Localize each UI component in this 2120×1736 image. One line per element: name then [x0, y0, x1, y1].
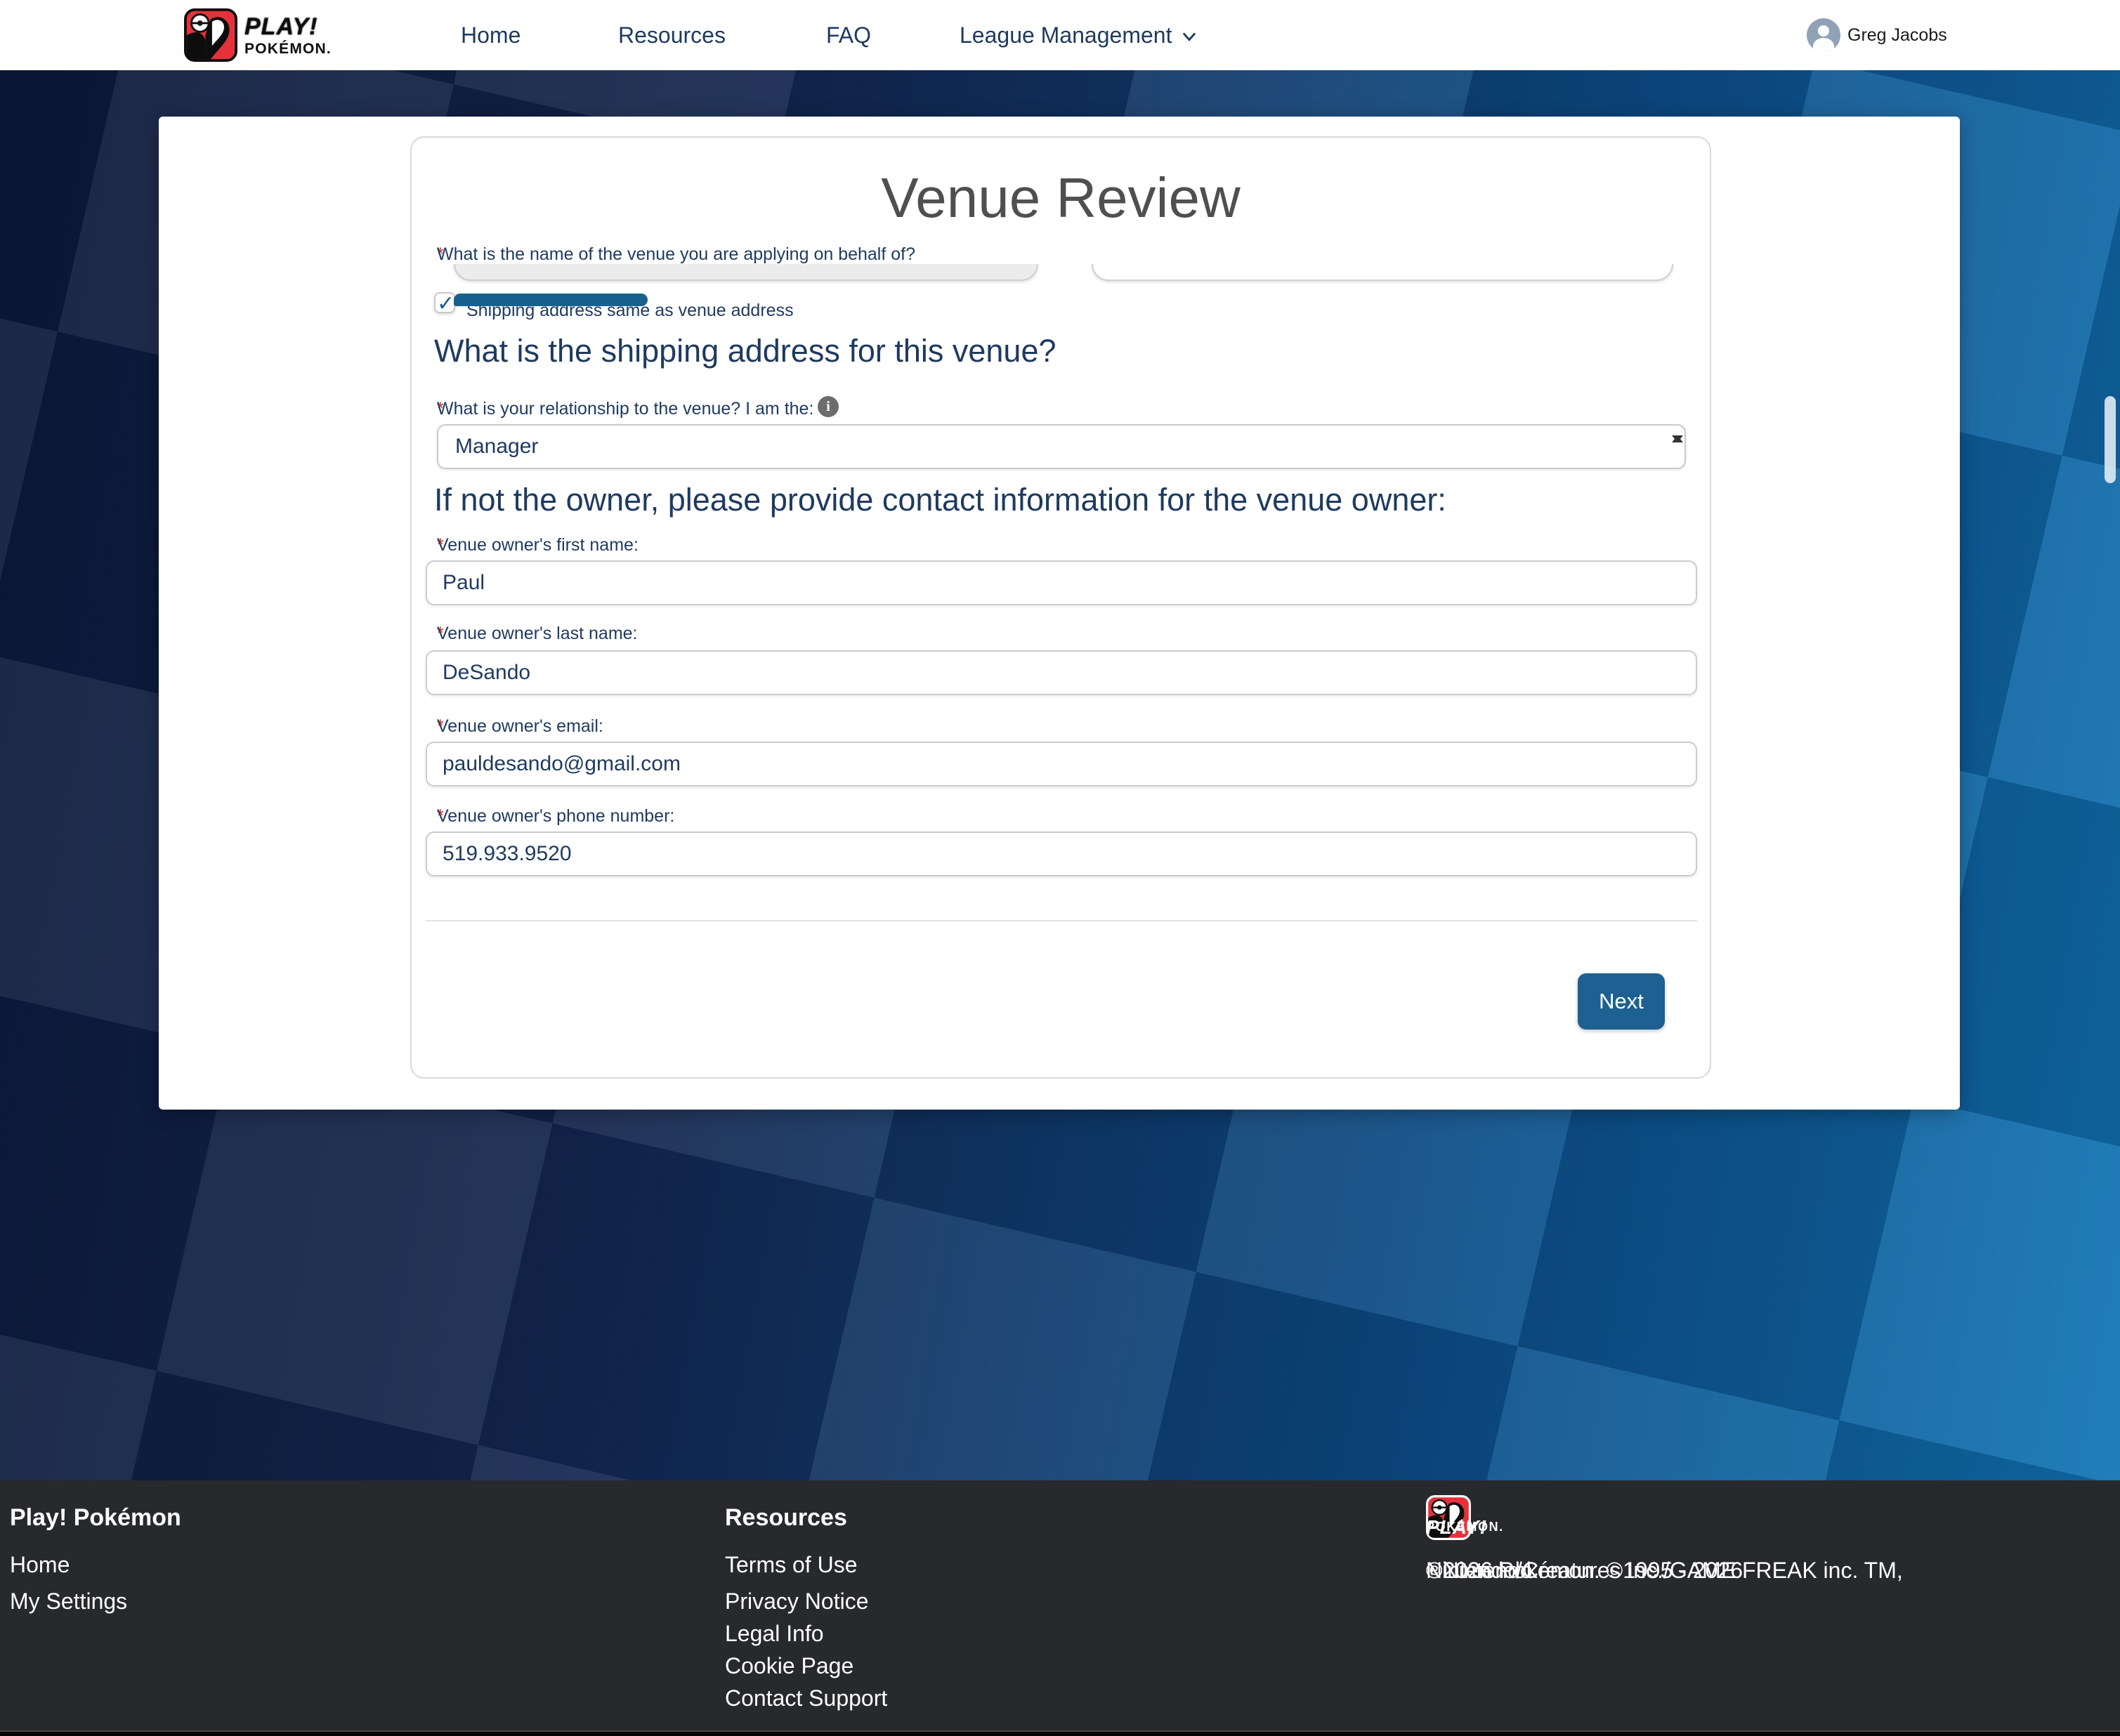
- shipping-question-heading: What is the shipping address for this ve…: [434, 333, 1056, 369]
- play-pokemon-logo-icon: [184, 8, 237, 62]
- footer-link-contact-support[interactable]: Contact Support: [725, 1685, 887, 1711]
- relationship-select[interactable]: Manager: [437, 424, 1686, 469]
- relationship-label-text: What is your relationship to the venue? …: [437, 399, 813, 419]
- copyright-line-3: ®Nintendo.: [1426, 1553, 1539, 1588]
- user-avatar-icon: [1807, 18, 1840, 52]
- top-navbar: PLAY! POKÉMON. Home Resources FAQ League…: [0, 0, 2120, 70]
- brand-pokemon-text: POKÉMON.: [244, 41, 332, 56]
- shipping-same-checkbox[interactable]: ✓: [434, 292, 455, 313]
- owner-email-input[interactable]: [426, 742, 1697, 787]
- nav-link-league-management[interactable]: League Management: [960, 0, 1197, 70]
- relationship-select-value: Manager: [455, 435, 538, 459]
- footer-resources-heading: Resources: [725, 1504, 847, 1532]
- venue-name-input[interactable]: [454, 264, 1038, 281]
- venue-name-label-text: What is the name of the venue you are ap…: [437, 244, 915, 265]
- owner-last-name-label-text: Venue owner's last name:: [437, 624, 638, 644]
- user-menu[interactable]: Greg Jacobs: [1807, 0, 1947, 70]
- brand-play-text: PLAY!: [244, 15, 332, 39]
- play-pokemon-logo[interactable]: PLAY! POKÉMON.: [184, 7, 332, 63]
- footer-link-privacy-notice[interactable]: Privacy Notice: [725, 1589, 869, 1615]
- chevron-down-icon: [1182, 29, 1197, 44]
- page: PLAY! POKÉMON. Home Resources FAQ League…: [0, 0, 2120, 1736]
- owner-email-label-text: Venue owner's email:: [437, 716, 603, 737]
- venue-name-secondary-input[interactable]: [1092, 264, 1673, 281]
- footer-link-home[interactable]: Home: [10, 1552, 70, 1578]
- footer-link-terms-of-use[interactable]: Terms of Use: [725, 1552, 857, 1578]
- user-name: Greg Jacobs: [1847, 25, 1947, 46]
- nav-link-faq[interactable]: FAQ: [826, 0, 871, 70]
- footer-link-legal-info[interactable]: Legal Info: [725, 1621, 824, 1647]
- nav-link-league-management-label: League Management: [960, 22, 1172, 48]
- checkmark-icon: ✓: [437, 294, 454, 315]
- owner-first-name-input[interactable]: [426, 560, 1697, 605]
- footer-brand-pokemon-text: POKÉMON.: [1426, 1520, 1504, 1533]
- owner-info-heading: If not the owner, please provide contact…: [434, 482, 1446, 518]
- footer-link-my-settings[interactable]: My Settings: [10, 1589, 127, 1615]
- bottom-black-bar: [0, 1730, 2120, 1736]
- next-button[interactable]: Next: [1578, 973, 1665, 1030]
- venue-review-form-panel: Venue Review *What is the name of the ve…: [410, 136, 1711, 1079]
- owner-phone-label-text: Venue owner's phone number:: [437, 806, 674, 827]
- owner-last-name-input[interactable]: [426, 650, 1697, 695]
- footer-link-cookie-page[interactable]: Cookie Page: [725, 1653, 853, 1679]
- scrollbar-thumb[interactable]: [2105, 396, 2116, 483]
- play-pokemon-logo-text: PLAY! POKÉMON.: [244, 15, 332, 56]
- page-title: Venue Review: [412, 166, 1710, 230]
- nav-link-home[interactable]: Home: [461, 0, 521, 70]
- info-icon[interactable]: i: [818, 396, 839, 417]
- footer: Play! Pokémon Home My Settings Resources…: [0, 1480, 2120, 1730]
- blue-highlight-bar: [454, 294, 648, 306]
- footer-brand-heading: Play! Pokémon: [10, 1504, 181, 1532]
- owner-first-name-label-text: Venue owner's first name:: [437, 535, 639, 555]
- owner-phone-input[interactable]: [426, 831, 1697, 876]
- nav-link-resources[interactable]: Resources: [618, 0, 726, 70]
- section-divider: [426, 920, 1697, 921]
